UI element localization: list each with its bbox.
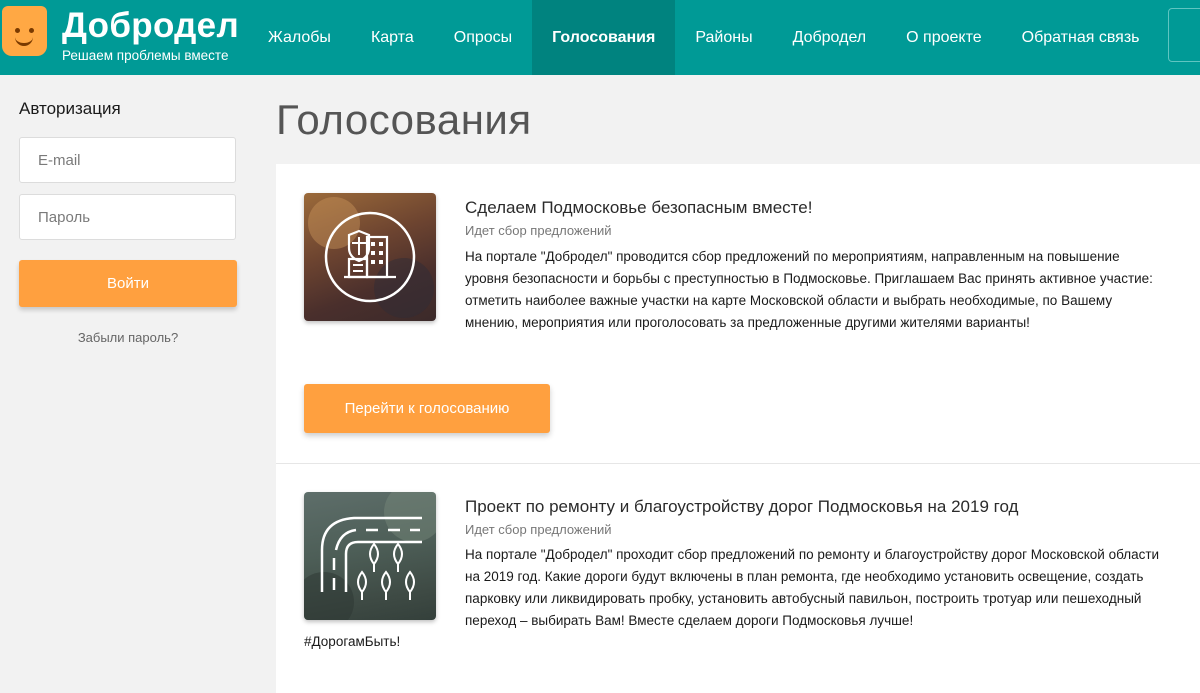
logo-eye	[15, 28, 20, 33]
logo-icon[interactable]	[2, 6, 47, 56]
nav-item-about[interactable]: О проекте	[886, 0, 1001, 75]
email-field[interactable]	[19, 137, 236, 183]
votes-list: Сделаем Подмосковье безопасным вместе! И…	[276, 164, 1200, 693]
vote-card-title[interactable]: Сделаем Подмосковье безопасным вместе!	[465, 198, 812, 218]
vote-card: Сделаем Подмосковье безопасным вместе! И…	[276, 164, 1200, 464]
vote-card-status: Идет сбор предложений	[465, 522, 612, 537]
auth-title: Авторизация	[19, 99, 121, 118]
brand-tagline: Решаем проблемы вместе	[62, 48, 229, 63]
nav-item-dobrodel[interactable]: Добродел	[773, 0, 887, 75]
logo-smile	[15, 34, 33, 46]
header-menu-button[interactable]	[1168, 8, 1200, 62]
shield-building-icon[interactable]	[304, 193, 436, 321]
login-button[interactable]: Войти	[19, 260, 237, 307]
nav-item-feedback[interactable]: Обратная связь	[1002, 0, 1160, 75]
nav-item-districts[interactable]: Районы	[675, 0, 772, 75]
forgot-password-link[interactable]: Забыли пароль?	[0, 330, 256, 345]
vote-card: Проект по ремонту и благоустройству доро…	[276, 464, 1200, 693]
site-header: Добродел Решаем проблемы вместе Жалобы К…	[0, 0, 1200, 75]
vote-card-hashtag: #ДорогамБыть!	[304, 634, 401, 649]
road-trees-icon[interactable]	[304, 492, 436, 620]
password-field[interactable]	[19, 194, 236, 240]
brand-name[interactable]: Добродел	[62, 6, 239, 46]
logo-eye	[29, 28, 34, 33]
nav-item-complaints[interactable]: Жалобы	[248, 0, 351, 75]
nav-item-votes[interactable]: Голосования	[532, 0, 676, 75]
vote-card-status: Идет сбор предложений	[465, 223, 612, 238]
vote-card-description: На портале "Добродел" проходит сбор пред…	[465, 547, 1160, 628]
nav-item-map[interactable]: Карта	[351, 0, 434, 75]
vote-card-description: На портале "Добродел" проводится сбор пр…	[465, 249, 1153, 330]
vote-card-title[interactable]: Проект по ремонту и благоустройству доро…	[465, 497, 1018, 517]
auth-sidebar: Авторизация Войти Забыли пароль?	[0, 75, 256, 693]
main-nav: Жалобы Карта Опросы Голосования Районы Д…	[248, 0, 1160, 75]
go-to-vote-button[interactable]: Перейти к голосованию	[304, 384, 550, 433]
page-title: Голосования	[276, 96, 532, 143]
nav-item-surveys[interactable]: Опросы	[434, 0, 532, 75]
